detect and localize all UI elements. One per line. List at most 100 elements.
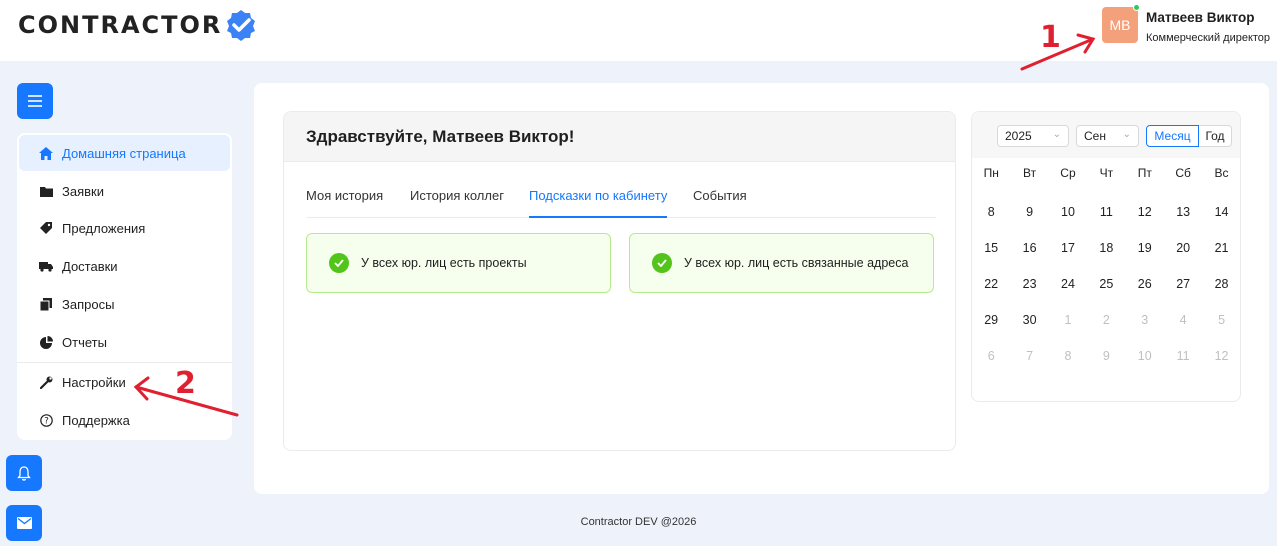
question-circle-icon: ?	[39, 413, 53, 427]
calendar-day[interactable]: 14	[1202, 194, 1240, 230]
footer-text: Contractor DEV @2026	[580, 516, 697, 528]
year-mode-button[interactable]: Год	[1198, 125, 1232, 147]
tab-my-history[interactable]: Моя история	[306, 188, 383, 218]
notifications-button[interactable]	[6, 455, 42, 491]
verified-badge-icon	[227, 10, 256, 41]
calendar: 2025 ⌄ Сен ⌄ Месяц Год ПнВтСрЧтПтСбВс123…	[971, 111, 1241, 402]
sidebar-item-deliveries[interactable]: Доставки	[17, 248, 232, 284]
year-select-value: 2025	[1005, 129, 1032, 143]
avatar-initials: МВ	[1109, 17, 1131, 33]
sidebar-item-support[interactable]: ? Поддержка	[17, 402, 232, 438]
calendar-day[interactable]: 8	[1049, 338, 1087, 374]
calendar-day[interactable]: 25	[1087, 266, 1125, 302]
calendar-day[interactable]: 10	[1126, 338, 1164, 374]
top-header: CONTRACTOR МВ Матвеев Виктор Коммерчески…	[0, 0, 1277, 61]
calendar-day[interactable]: 2	[1087, 302, 1125, 338]
user-profile[interactable]: МВ Матвеев Виктор Коммерческий директор	[1102, 4, 1271, 46]
calendar-day[interactable]: 24	[1049, 266, 1087, 302]
calendar-day[interactable]: 11	[1164, 338, 1202, 374]
calendar-day[interactable]: 5	[1202, 302, 1240, 338]
avatar[interactable]: МВ	[1102, 4, 1140, 43]
calendar-day[interactable]: 21	[1202, 230, 1240, 266]
calendar-day[interactable]: 9	[1010, 194, 1048, 230]
main-content: Здравствуйте, Матвеев Виктор! Моя истори…	[254, 83, 1269, 494]
hint-card: У всех юр. лиц есть связанные адреса	[629, 233, 934, 293]
calendar-day[interactable]: 30	[1010, 302, 1048, 338]
bell-icon	[17, 465, 31, 481]
calendar-day[interactable]: 22	[972, 266, 1010, 302]
chevron-down-icon: ⌄	[1052, 129, 1061, 140]
sidebar-item-label: Отчеты	[62, 334, 107, 350]
calendar-day[interactable]: 9	[1087, 338, 1125, 374]
welcome-tabs: Моя история История коллег Подсказки по …	[306, 188, 936, 218]
hamburger-icon	[28, 95, 42, 107]
calendar-day[interactable]: 17	[1049, 230, 1087, 266]
welcome-card: Здравствуйте, Матвеев Виктор! Моя истори…	[283, 111, 956, 451]
calendar-day[interactable]: 8	[972, 194, 1010, 230]
annotation-number-1: 1	[1040, 20, 1061, 55]
calendar-day[interactable]: 3	[1126, 302, 1164, 338]
chevron-down-icon: ⌄	[1122, 129, 1131, 140]
svg-text:?: ?	[44, 416, 49, 426]
sidebar-item-queries[interactable]: Запросы	[17, 286, 232, 322]
month-mode-button[interactable]: Месяц	[1146, 125, 1199, 147]
week-row: 8 9 10 11 12 13 14	[972, 194, 1240, 230]
calendar-day[interactable]: 28	[1202, 266, 1240, 302]
calendar-day[interactable]: 20	[1164, 230, 1202, 266]
calendar-day[interactable]: 7	[1010, 338, 1048, 374]
calendar-day[interactable]: 18	[1087, 230, 1125, 266]
month-select[interactable]: Сен ⌄	[1076, 125, 1139, 147]
weekday-label: Вт	[1023, 166, 1037, 180]
hint-card: У всех юр. лиц есть проекты	[306, 233, 611, 293]
calendar-day[interactable]: 10	[1049, 194, 1087, 230]
calendar-header: 2025 ⌄ Сен ⌄ Месяц Год	[972, 112, 1240, 158]
folder-icon	[39, 184, 53, 198]
sidebar-item-label: Запросы	[62, 296, 115, 312]
weekday-row: Пн Вт Ср Чт Пт Сб Вс	[972, 158, 1240, 188]
calendar-day[interactable]: 13	[1164, 194, 1202, 230]
welcome-title: Здравствуйте, Матвеев Виктор!	[284, 112, 955, 162]
wrench-icon	[39, 375, 53, 389]
calendar-day[interactable]: 29	[972, 302, 1010, 338]
sidebar-item-label: Настройки	[62, 374, 126, 390]
hint-text: У всех юр. лиц есть проекты	[361, 256, 527, 270]
calendar-day[interactable]: 26	[1126, 266, 1164, 302]
weekday-label: Сб	[1175, 166, 1191, 180]
sidebar-divider	[17, 362, 232, 363]
logo-text: CONTRACTOR	[18, 11, 223, 39]
sidebar-item-reports[interactable]: Отчеты	[17, 324, 232, 360]
calendar-day[interactable]: 12	[1202, 338, 1240, 374]
check-circle-icon	[329, 253, 349, 273]
sidebar-item-label: Домашняя страница	[62, 145, 186, 161]
calendar-grid: ПнВтСрЧтПтСбВс12345678910111213141516171…	[972, 158, 1240, 374]
tab-events[interactable]: События	[693, 188, 747, 218]
sidebar-item-offers[interactable]: Предложения	[17, 210, 232, 246]
pie-chart-icon	[39, 335, 53, 349]
user-name: Матвеев Виктор	[1146, 10, 1255, 25]
tab-cabinet-hints[interactable]: Подсказки по кабинету	[529, 188, 668, 218]
calendar-day[interactable]: 23	[1010, 266, 1048, 302]
sidebar-item-label: Доставки	[62, 258, 118, 274]
calendar-day[interactable]: 27	[1164, 266, 1202, 302]
tab-colleagues-history[interactable]: История коллег	[410, 188, 504, 218]
calendar-day[interactable]: 11	[1087, 194, 1125, 230]
sidebar-item-label: Поддержка	[62, 412, 130, 428]
sidebar-item-settings[interactable]: Настройки	[17, 364, 232, 400]
logo[interactable]: CONTRACTOR	[18, 10, 258, 41]
calendar-day[interactable]: 15	[972, 230, 1010, 266]
week-row: 29 30 1 2 3 4 5	[972, 302, 1240, 338]
calendar-day[interactable]: 6	[972, 338, 1010, 374]
calendar-day[interactable]: 19	[1126, 230, 1164, 266]
copy-icon	[39, 297, 53, 311]
sidebar-item-home[interactable]: Домашняя страница	[19, 135, 230, 171]
calendar-day[interactable]: 12	[1126, 194, 1164, 230]
sidebar-item-requests[interactable]: Заявки	[17, 173, 232, 209]
user-role: Коммерческий директор	[1146, 32, 1271, 44]
online-status-dot	[1133, 4, 1140, 11]
calendar-day[interactable]: 4	[1164, 302, 1202, 338]
menu-toggle-button[interactable]	[17, 83, 53, 119]
calendar-day[interactable]: 1	[1049, 302, 1087, 338]
calendar-day[interactable]: 16	[1010, 230, 1048, 266]
truck-icon	[39, 259, 53, 273]
year-select[interactable]: 2025 ⌄	[997, 125, 1069, 147]
